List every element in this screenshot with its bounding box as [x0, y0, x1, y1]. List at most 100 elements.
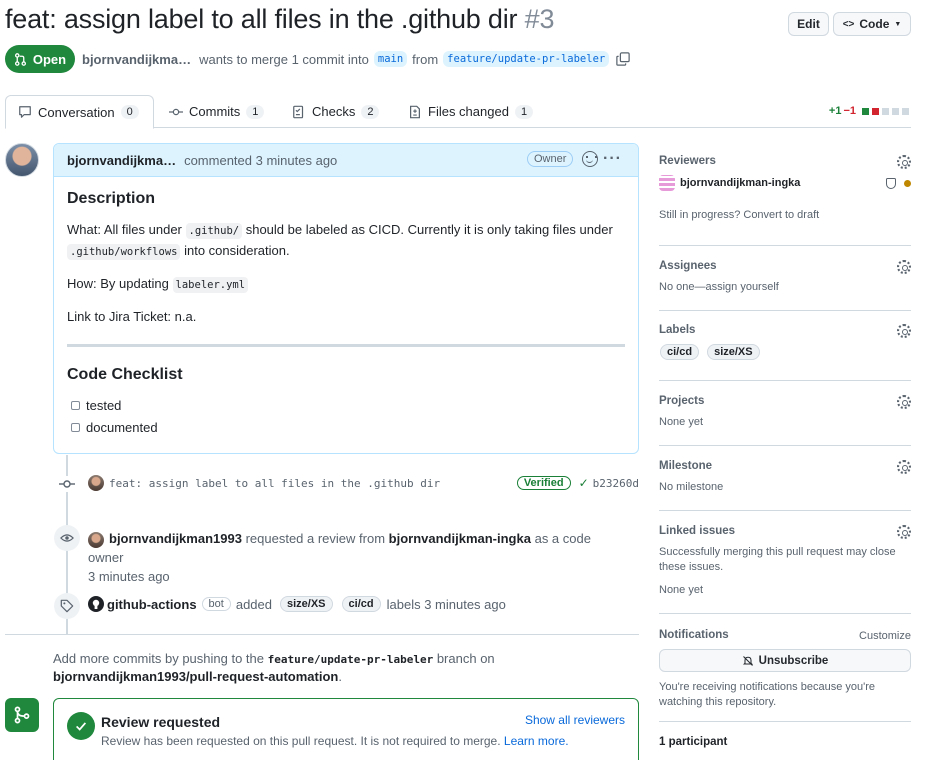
reviewer-avatar[interactable]	[659, 175, 675, 191]
push-text: branch on	[436, 651, 495, 666]
gear-icon[interactable]	[897, 395, 911, 409]
tab-label: Checks	[312, 104, 356, 119]
timeline-separator	[5, 634, 639, 635]
code-label: Code	[859, 17, 890, 31]
checklist-item: documented	[71, 418, 625, 437]
sidebar-assignees: Assignees No one—assign yourself	[659, 260, 911, 311]
reviewer-row: bjornvandijkman-ingka	[659, 175, 911, 191]
tab-conversation[interactable]: Conversation 0	[5, 95, 154, 129]
push-branch: feature/update-pr-labeler	[267, 653, 434, 666]
label-pill[interactable]: size/XS	[707, 344, 760, 360]
push-info: Add more commits by pushing to the featu…	[53, 650, 633, 685]
pr-title-text: feat: assign label to all files in the .…	[5, 4, 518, 34]
bot-badge: bot	[201, 597, 231, 611]
tab-files-changed[interactable]: Files changed 1	[396, 95, 545, 128]
verified-badge[interactable]: Verified	[516, 476, 571, 490]
label-event: github-actions bot added size/XS ci/cd l…	[88, 596, 628, 612]
event-actor[interactable]: github-actions	[107, 597, 197, 612]
gear-icon[interactable]	[897, 460, 911, 474]
pull-request-icon	[14, 52, 26, 66]
comment-body: Description What: All files under .githu…	[54, 177, 638, 452]
how-text: How: By updating	[67, 276, 169, 291]
author-avatar[interactable]	[5, 143, 39, 177]
pr-number: #3	[524, 4, 555, 34]
sidebar-heading: Projects	[659, 395, 705, 407]
edit-label: Edit	[797, 17, 820, 31]
inline-code: labeler.yml	[172, 277, 249, 293]
tab-count: 1	[514, 104, 534, 119]
base-branch[interactable]: main	[373, 51, 408, 67]
kebab-menu-icon[interactable]: ···	[603, 150, 622, 168]
comment-author[interactable]: bjornvandijkma…	[67, 153, 176, 168]
learn-more-link[interactable]: Learn more.	[504, 734, 569, 748]
event-time[interactable]: 3 minutes ago	[88, 569, 170, 584]
sidebar-heading: Assignees	[659, 260, 717, 272]
eye-icon	[54, 525, 80, 551]
checklist-heading: Code Checklist	[67, 366, 183, 383]
pr-tabs: Conversation 0 Commits 1 Checks 2 Files …	[5, 95, 911, 129]
convert-to-draft-link[interactable]: Still in progress? Convert to draft	[659, 208, 911, 223]
commit-row: feat: assign label to all files in the .…	[88, 475, 639, 491]
review-request-event: bjornvandijkman1993 requested a review f…	[88, 529, 618, 586]
edit-button[interactable]: Edit	[788, 12, 829, 36]
tab-checks[interactable]: Checks 2	[280, 95, 391, 128]
gear-icon[interactable]	[897, 155, 911, 169]
commit-sha[interactable]: b23260d	[593, 477, 639, 490]
comment-timestamp[interactable]: commented 3 minutes ago	[184, 153, 337, 168]
file-diff-icon	[410, 105, 420, 118]
diff-square	[872, 107, 879, 115]
check-icon: ✓	[578, 476, 589, 490]
checklist-label: tested	[86, 398, 122, 413]
label-pill[interactable]: ci/cd	[660, 344, 700, 360]
caret-down-icon: ▼	[894, 20, 902, 28]
reaction-smiley-icon[interactable]	[582, 151, 598, 167]
commit-author-avatar[interactable]	[88, 475, 104, 491]
actor-avatar[interactable]	[88, 531, 104, 548]
pr-author-link[interactable]: bjornvandijkma…	[82, 52, 191, 67]
commit-message[interactable]: feat: assign label to all files in the .…	[109, 477, 440, 490]
gear-icon[interactable]	[897, 324, 911, 338]
owner-badge: Owner	[527, 151, 574, 167]
unsubscribe-button[interactable]: Unsubscribe	[659, 649, 911, 672]
label-pill[interactable]: ci/cd	[341, 596, 381, 612]
diff-square	[892, 107, 899, 115]
gear-icon[interactable]	[897, 260, 911, 274]
checkbox[interactable]	[71, 423, 80, 432]
milestone-value: No milestone	[659, 481, 724, 493]
review-requested-box: Review requested Review has been request…	[53, 698, 639, 760]
tab-count: 1	[246, 104, 265, 119]
notifications-text: You're receiving notifications because y…	[659, 681, 875, 708]
unsubscribe-label: Unsubscribe	[758, 654, 829, 667]
customize-link[interactable]: Customize	[859, 629, 911, 644]
diff-square	[862, 107, 869, 115]
show-all-reviewers-link[interactable]: Show all reviewers	[525, 713, 625, 727]
sidebar-heading: Labels	[659, 324, 696, 336]
code-icon: <>	[842, 18, 855, 30]
event-actor[interactable]: bjornvandijkman1993	[109, 531, 242, 546]
gear-icon[interactable]	[897, 525, 911, 539]
assign-yourself-link[interactable]: No one—assign yourself	[659, 280, 911, 295]
what-text: should be labeled as CICD. Currently it …	[245, 222, 613, 237]
comment-header: bjornvandijkma… commented 3 minutes ago …	[54, 144, 638, 177]
projects-value: None yet	[659, 416, 704, 428]
sidebar-milestone: Milestone No milestone	[659, 460, 911, 511]
event-text: added	[235, 596, 272, 612]
git-merge-icon	[5, 698, 39, 732]
checkbox[interactable]	[71, 401, 80, 410]
reviewer-name[interactable]: bjornvandijkman-ingka	[680, 177, 800, 189]
commit-node-icon	[59, 476, 75, 492]
code-button[interactable]: <> Code ▼	[833, 12, 911, 36]
what-text: into consideration.	[184, 243, 290, 258]
head-branch[interactable]: feature/update-pr-labeler	[443, 51, 610, 67]
pr-title: feat: assign label to all files in the .…	[5, 4, 554, 35]
pr-meta-text: wants to merge 1 commit into	[199, 51, 369, 67]
label-pill[interactable]: size/XS	[280, 596, 333, 612]
shield-icon	[886, 177, 896, 189]
copy-icon[interactable]	[616, 52, 630, 66]
diff-square	[902, 107, 909, 115]
how-paragraph: How: By updating labeler.yml	[67, 274, 625, 295]
inline-code: .github/	[185, 223, 243, 239]
event-target[interactable]: bjornvandijkman-ingka	[389, 531, 531, 546]
tab-commits[interactable]: Commits 1	[157, 95, 276, 128]
checklist-label: documented	[86, 420, 158, 435]
